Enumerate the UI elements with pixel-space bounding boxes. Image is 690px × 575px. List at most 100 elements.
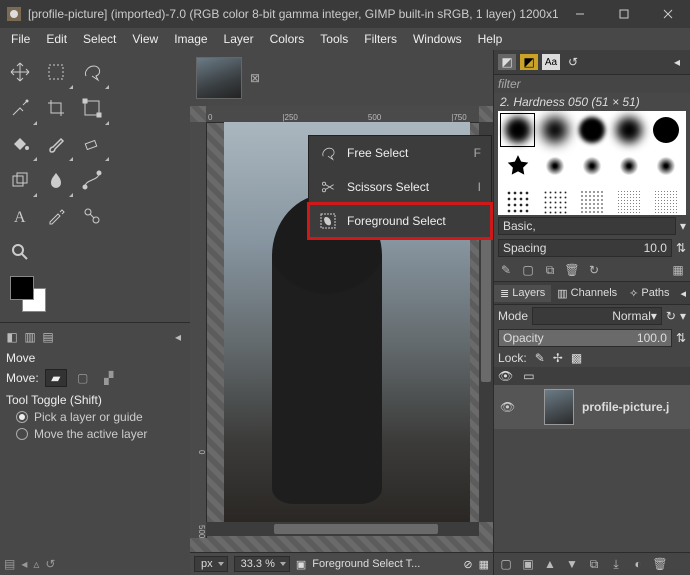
maximize-button[interactable]: [602, 0, 646, 28]
image-thumb-1[interactable]: [196, 57, 242, 99]
lock-pixels-icon[interactable]: ✎: [535, 351, 545, 365]
tool-smudge[interactable]: [38, 162, 74, 198]
menu-filters[interactable]: Filters: [357, 30, 404, 48]
tab-layers[interactable]: ≣Layers: [494, 285, 551, 302]
close-button[interactable]: [646, 0, 690, 28]
new-layer-icon[interactable]: ▢: [498, 556, 514, 572]
menu-layer[interactable]: Layer: [217, 30, 261, 48]
foreground-select-icon: [319, 212, 337, 230]
menu-select[interactable]: Select: [76, 30, 123, 48]
open-as-image-icon[interactable]: ▦: [670, 262, 686, 278]
duplicate-layer-icon[interactable]: ⧉: [586, 556, 602, 572]
opacity-slider[interactable]: Opacity 100.0: [498, 329, 672, 347]
spacing-slider[interactable]: Spacing 10.0: [498, 239, 672, 257]
nav-preview-icon[interactable]: ▦: [479, 558, 489, 571]
unit-selector[interactable]: px: [194, 556, 228, 572]
menu-windows[interactable]: Windows: [406, 30, 469, 48]
restore-options-icon[interactable]: ◂: [21, 557, 27, 571]
tool-fuzzy-select[interactable]: [2, 90, 38, 126]
tab-paths[interactable]: ✧Paths: [623, 285, 675, 302]
save-options-icon[interactable]: ▤: [4, 557, 15, 571]
tool-toggle-label: Tool Toggle (Shift): [6, 393, 184, 407]
tab-images-icon[interactable]: ▤: [40, 329, 56, 345]
panel-menu-icon[interactable]: ◂: [676, 287, 690, 300]
zoom-selector[interactable]: 33.3 %: [234, 556, 290, 572]
menu-image[interactable]: Image: [167, 30, 214, 48]
tool-free-select[interactable]: [74, 54, 110, 90]
tool-clone[interactable]: [2, 162, 38, 198]
minimize-button[interactable]: [558, 0, 602, 28]
status-cancel-icon[interactable]: ⊘: [463, 558, 472, 571]
radio-pick-layer[interactable]: Pick a layer or guide: [16, 410, 184, 424]
layer-row-0[interactable]: 👁 profile-picture.j: [494, 385, 690, 429]
delete-brush-icon[interactable]: 🗑: [564, 262, 580, 278]
mode-switch-icon[interactable]: ↻: [666, 309, 676, 323]
refresh-brush-icon[interactable]: ↻: [586, 262, 602, 278]
tool-eraser[interactable]: [74, 126, 110, 162]
layer-name[interactable]: profile-picture.j: [582, 400, 669, 414]
tab-channels[interactable]: ▥Channels: [551, 285, 623, 302]
menu-item-foreground-select[interactable]: Foreground Select: [309, 204, 491, 238]
spacing-stepper-icon[interactable]: ⇅: [676, 241, 686, 255]
duplicate-brush-icon[interactable]: ⧉: [542, 262, 558, 278]
brush-grid[interactable]: [498, 111, 686, 215]
tab-fonts-icon[interactable]: Aa: [542, 54, 560, 70]
tool-measure[interactable]: [74, 198, 110, 234]
merge-down-icon[interactable]: ⤓: [608, 556, 624, 572]
radio-move-active[interactable]: Move the active layer: [16, 427, 184, 441]
tab-patterns-icon[interactable]: ◩: [520, 54, 538, 70]
menu-colors[interactable]: Colors: [263, 30, 312, 48]
menu-edit[interactable]: Edit: [39, 30, 74, 48]
close-image-icon[interactable]: ⊠: [250, 71, 260, 85]
reset-options-icon[interactable]: ↺: [45, 557, 55, 571]
menu-help[interactable]: Help: [471, 30, 510, 48]
lock-position-icon[interactable]: ✢: [553, 351, 563, 365]
panel-menu-icon[interactable]: ◂: [668, 54, 686, 70]
menu-view[interactable]: View: [125, 30, 165, 48]
tool-color-picker[interactable]: [38, 198, 74, 234]
mode-selector[interactable]: Normal ▾: [532, 307, 662, 325]
tool-path[interactable]: [74, 162, 110, 198]
link-header-icon: ▭: [523, 369, 534, 383]
brush-filter[interactable]: filter: [498, 77, 521, 91]
edit-brush-icon[interactable]: ✎: [498, 262, 514, 278]
color-swatch[interactable]: [10, 276, 54, 314]
tab-devices-icon[interactable]: ▥: [22, 329, 38, 345]
scrollbar-horizontal[interactable]: [206, 522, 479, 536]
move-target-layer-icon[interactable]: ▰: [45, 369, 67, 387]
menu-item-free-select[interactable]: Free Select F: [309, 136, 491, 170]
opacity-stepper-icon[interactable]: ⇅: [676, 331, 686, 345]
new-group-icon[interactable]: ▣: [520, 556, 536, 572]
free-select-icon: [319, 144, 337, 162]
delete-layer-icon[interactable]: 🗑: [652, 556, 668, 572]
new-brush-icon[interactable]: ▢: [520, 262, 536, 278]
tool-paintbrush[interactable]: [38, 126, 74, 162]
tool-transform[interactable]: [74, 90, 110, 126]
brush-preset-selector[interactable]: Basic,: [498, 217, 676, 235]
titlebar: [profile-picture] (imported)-7.0 (RGB co…: [0, 0, 690, 28]
tab-tool-options-icon[interactable]: ◧: [4, 329, 20, 345]
menu-tools[interactable]: Tools: [313, 30, 355, 48]
tab-history-icon[interactable]: ↺: [564, 54, 582, 70]
tool-rect-select[interactable]: [38, 54, 74, 90]
raise-layer-icon[interactable]: ▲: [542, 556, 558, 572]
tool-crop[interactable]: [38, 90, 74, 126]
move-target-path-icon[interactable]: ▞: [99, 370, 119, 386]
tab-brushes-icon[interactable]: ◩: [498, 54, 516, 70]
tool-text[interactable]: A: [2, 198, 38, 234]
panel-menu-icon[interactable]: ◂: [170, 329, 186, 345]
layer-thumbnail[interactable]: [544, 389, 574, 425]
delete-options-icon[interactable]: ▵: [33, 557, 39, 571]
layer-visibility-icon[interactable]: 👁: [500, 400, 516, 414]
move-target-selection-icon[interactable]: ▢: [73, 370, 93, 386]
tool-zoom[interactable]: [2, 234, 38, 270]
menu-file[interactable]: File: [4, 30, 37, 48]
lock-label: Lock:: [498, 351, 527, 365]
lock-alpha-icon[interactable]: ▩: [571, 351, 582, 365]
tool-bucket[interactable]: [2, 126, 38, 162]
mask-icon[interactable]: ◐: [630, 556, 646, 572]
foreground-color[interactable]: [10, 276, 34, 300]
lower-layer-icon[interactable]: ▼: [564, 556, 580, 572]
tool-move[interactable]: [2, 54, 38, 90]
menu-item-scissors-select[interactable]: Scissors Select I: [309, 170, 491, 204]
